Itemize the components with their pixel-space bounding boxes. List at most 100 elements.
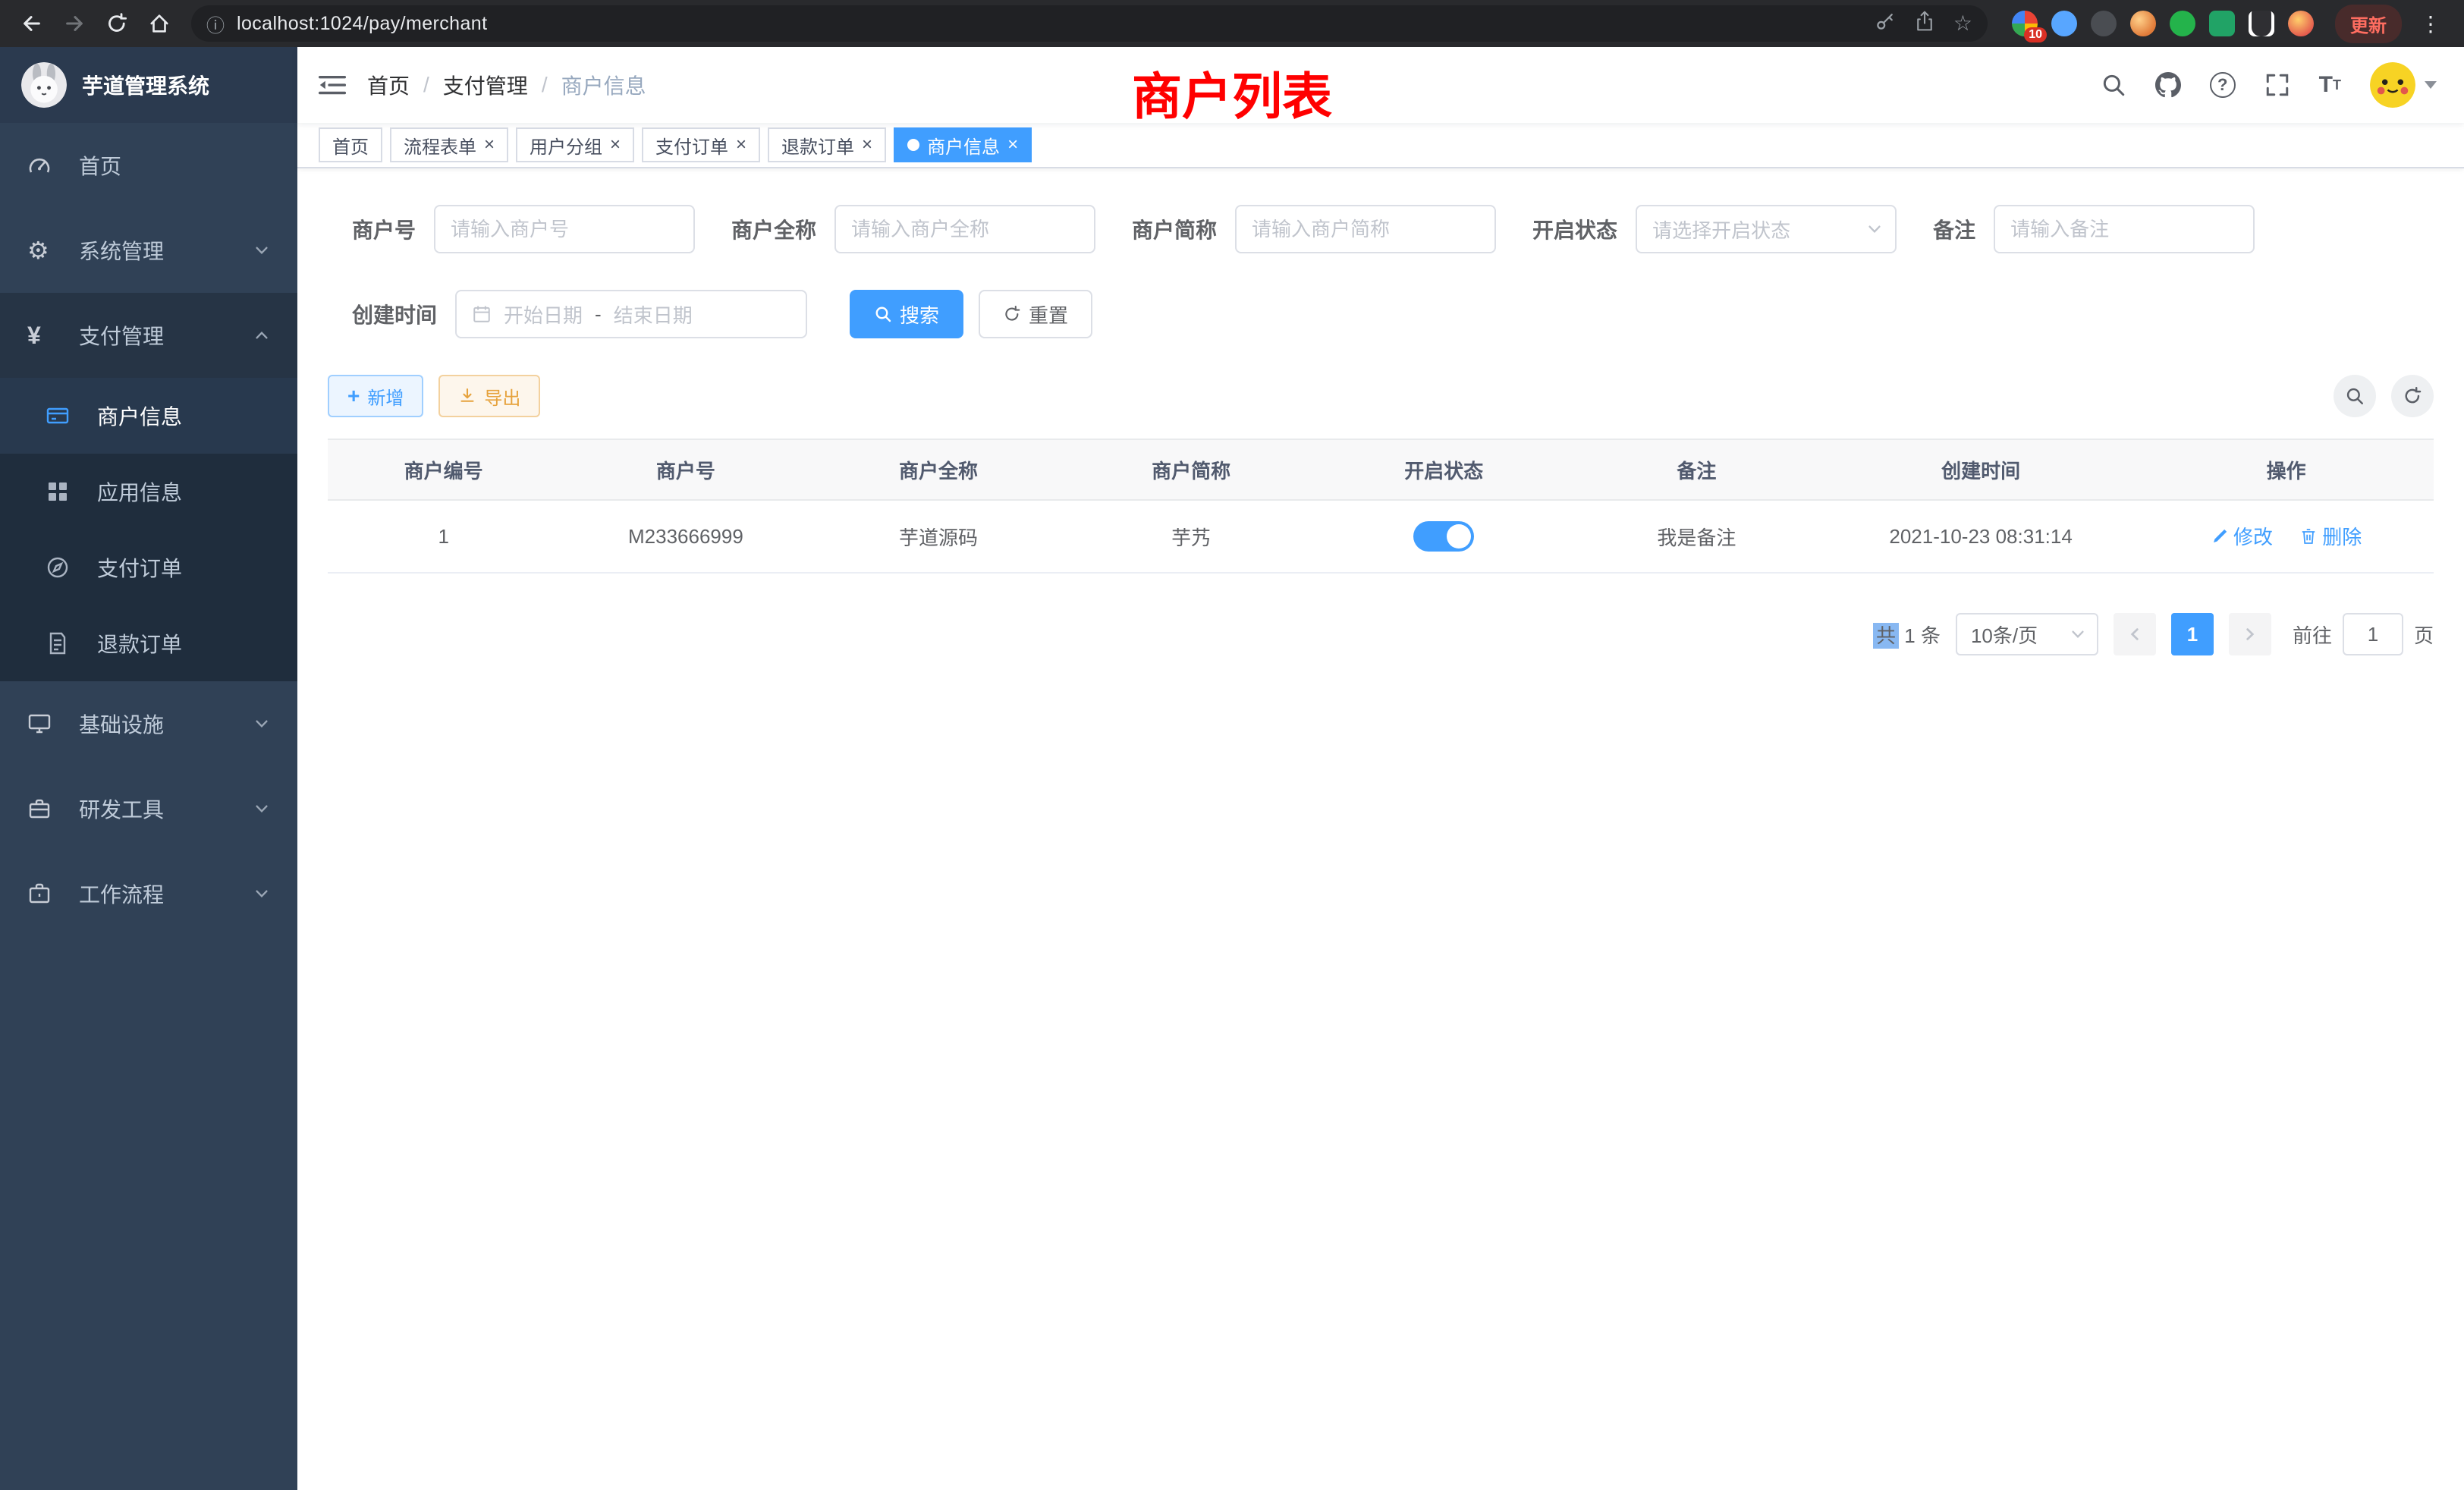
pagination-total: 共 1 条 bbox=[1873, 621, 1941, 649]
sidebar-item-label: 支付管理 bbox=[79, 320, 164, 350]
sidebar-item-system[interactable]: ⚙ 系统管理 bbox=[0, 208, 297, 293]
home-icon[interactable] bbox=[140, 4, 179, 43]
browser-update-button[interactable]: 更新 bbox=[2335, 5, 2402, 43]
url-bar[interactable]: ⓘ localhost:1024/pay/merchant ☆ bbox=[191, 5, 1988, 42]
breadcrumb-home[interactable]: 首页 bbox=[367, 70, 410, 100]
search-icon[interactable] bbox=[2101, 72, 2126, 98]
chevron-down-icon bbox=[253, 800, 270, 817]
extension-palette-icon[interactable]: 10 bbox=[2012, 11, 2038, 36]
pagination-total-prefix: 共 bbox=[1873, 623, 1899, 649]
sidebar-item-refund-order[interactable]: 退款订单 bbox=[0, 605, 297, 681]
extension-monkey-icon[interactable] bbox=[2249, 11, 2274, 36]
tab-user-group[interactable]: 用户分组× bbox=[516, 127, 634, 162]
tab-close-icon[interactable]: × bbox=[1007, 136, 1018, 154]
browser-menu-icon[interactable]: ⋮ bbox=[2411, 11, 2452, 36]
help-icon[interactable]: ? bbox=[2210, 72, 2236, 98]
col-header: 开启状态 bbox=[1318, 439, 1570, 500]
sidebar-toggle-icon[interactable] bbox=[319, 73, 346, 97]
status-select[interactable]: 请选择开启状态 bbox=[1636, 205, 1897, 253]
info-icon[interactable]: ⓘ bbox=[206, 11, 225, 37]
date-end-placeholder: 结束日期 bbox=[614, 300, 693, 328]
edit-link[interactable]: 修改 bbox=[2211, 522, 2273, 550]
tab-home[interactable]: 首页 bbox=[319, 127, 382, 162]
page-size-select[interactable]: 10条/页 bbox=[1956, 613, 2098, 655]
tab-merchant-info[interactable]: 商户信息× bbox=[894, 127, 1032, 162]
user-menu[interactable] bbox=[2370, 62, 2437, 108]
extension-orange-icon[interactable] bbox=[2288, 11, 2314, 36]
top-navbar: 首页 / 支付管理 / 商户信息 ? TT bbox=[297, 47, 2464, 123]
remark-input[interactable] bbox=[1994, 205, 2255, 253]
navbar-actions: ? TT bbox=[2101, 62, 2437, 108]
next-page-button[interactable] bbox=[2229, 613, 2271, 655]
export-button[interactable]: 导出 bbox=[438, 375, 540, 417]
extension-green-square-icon[interactable] bbox=[2209, 11, 2235, 36]
browser-toolbar: ⓘ localhost:1024/pay/merchant ☆ 10 更新 ⋮ bbox=[0, 0, 2464, 47]
edit-icon bbox=[2211, 527, 2229, 545]
short-name-input[interactable] bbox=[1235, 205, 1496, 253]
cell-merchant-index: 1 bbox=[328, 500, 559, 573]
cell-full-name: 芋道源码 bbox=[812, 500, 1064, 573]
app-logo[interactable]: 芋道管理系统 bbox=[0, 47, 297, 123]
page-content: 商户号 商户全称 商户简称 开启状态 请选择开启状态 bbox=[297, 168, 2464, 1490]
col-header: 商户编号 bbox=[328, 439, 559, 500]
sidebar-item-label: 应用信息 bbox=[97, 476, 182, 507]
extension-dark-circle-icon[interactable] bbox=[2091, 11, 2117, 36]
toggle-search-button[interactable] bbox=[2334, 375, 2376, 417]
calendar-icon bbox=[472, 304, 492, 324]
reset-button[interactable]: 重置 bbox=[979, 290, 1092, 338]
col-header: 备注 bbox=[1570, 439, 1823, 500]
sidebar-item-home[interactable]: 首页 bbox=[0, 123, 297, 208]
merchant-no-input[interactable] bbox=[434, 205, 695, 253]
gear-icon: ⚙ bbox=[27, 236, 64, 265]
breadcrumb-payment[interactable]: 支付管理 bbox=[443, 70, 528, 100]
sidebar-item-infrastructure[interactable]: 基础设施 bbox=[0, 681, 297, 766]
compass-icon bbox=[46, 555, 82, 580]
sidebar-item-pay-order[interactable]: 支付订单 bbox=[0, 530, 297, 605]
share-icon[interactable] bbox=[1914, 10, 1935, 38]
sidebar-item-label: 商户信息 bbox=[97, 401, 182, 431]
tab-close-icon[interactable]: × bbox=[862, 136, 872, 154]
tab-refund-order[interactable]: 退款订单× bbox=[768, 127, 886, 162]
github-icon[interactable] bbox=[2155, 72, 2181, 98]
font-size-icon[interactable]: TT bbox=[2319, 72, 2341, 98]
col-header: 操作 bbox=[2139, 439, 2434, 500]
sidebar-item-workflow[interactable]: 工作流程 bbox=[0, 851, 297, 936]
cell-remark: 我是备注 bbox=[1570, 500, 1823, 573]
refresh-table-button[interactable] bbox=[2391, 375, 2434, 417]
status-toggle[interactable] bbox=[1413, 521, 1474, 552]
goto-page-input[interactable] bbox=[2343, 613, 2403, 655]
back-icon[interactable] bbox=[12, 4, 52, 43]
reload-icon[interactable] bbox=[97, 4, 137, 43]
breadcrumb-separator: / bbox=[423, 73, 429, 97]
tab-close-icon[interactable]: × bbox=[736, 136, 746, 154]
sidebar-item-dev-tools[interactable]: 研发工具 bbox=[0, 766, 297, 851]
key-icon[interactable] bbox=[1875, 10, 1896, 38]
extension-avatar-icon[interactable] bbox=[2130, 11, 2156, 36]
select-caret-icon bbox=[2070, 626, 2086, 643]
pagination-total-count: 1 bbox=[1904, 624, 1915, 647]
bookmark-star-icon[interactable]: ☆ bbox=[1953, 13, 1972, 34]
search-button[interactable]: 搜索 bbox=[850, 290, 963, 338]
prev-page-button[interactable] bbox=[2114, 613, 2156, 655]
sidebar-item-merchant-info[interactable]: 商户信息 bbox=[0, 378, 297, 454]
add-button[interactable]: + 新增 bbox=[328, 375, 423, 417]
extension-green-circle-icon[interactable] bbox=[2170, 11, 2195, 36]
sidebar-item-app-info[interactable]: 应用信息 bbox=[0, 454, 297, 530]
tab-close-icon[interactable]: × bbox=[484, 136, 495, 154]
tab-close-icon[interactable]: × bbox=[610, 136, 621, 154]
fullscreen-icon[interactable] bbox=[2264, 72, 2290, 98]
merchant-no-label: 商户号 bbox=[352, 214, 416, 244]
sidebar-item-payment[interactable]: ¥ 支付管理 bbox=[0, 293, 297, 378]
tab-pay-order[interactable]: 支付订单× bbox=[642, 127, 760, 162]
extension-badge: 10 bbox=[2024, 27, 2047, 42]
yen-icon: ¥ bbox=[27, 322, 64, 350]
chevron-down-icon bbox=[253, 242, 270, 259]
tab-process-form[interactable]: 流程表单× bbox=[390, 127, 508, 162]
forward-icon[interactable] bbox=[55, 4, 94, 43]
page-number-button[interactable]: 1 bbox=[2171, 613, 2214, 655]
document-icon bbox=[46, 631, 82, 655]
create-time-range-picker[interactable]: 开始日期 - 结束日期 bbox=[455, 290, 807, 338]
delete-link[interactable]: 删除 bbox=[2299, 522, 2362, 550]
full-name-input[interactable] bbox=[834, 205, 1095, 253]
extension-drop-icon[interactable] bbox=[2051, 11, 2077, 36]
